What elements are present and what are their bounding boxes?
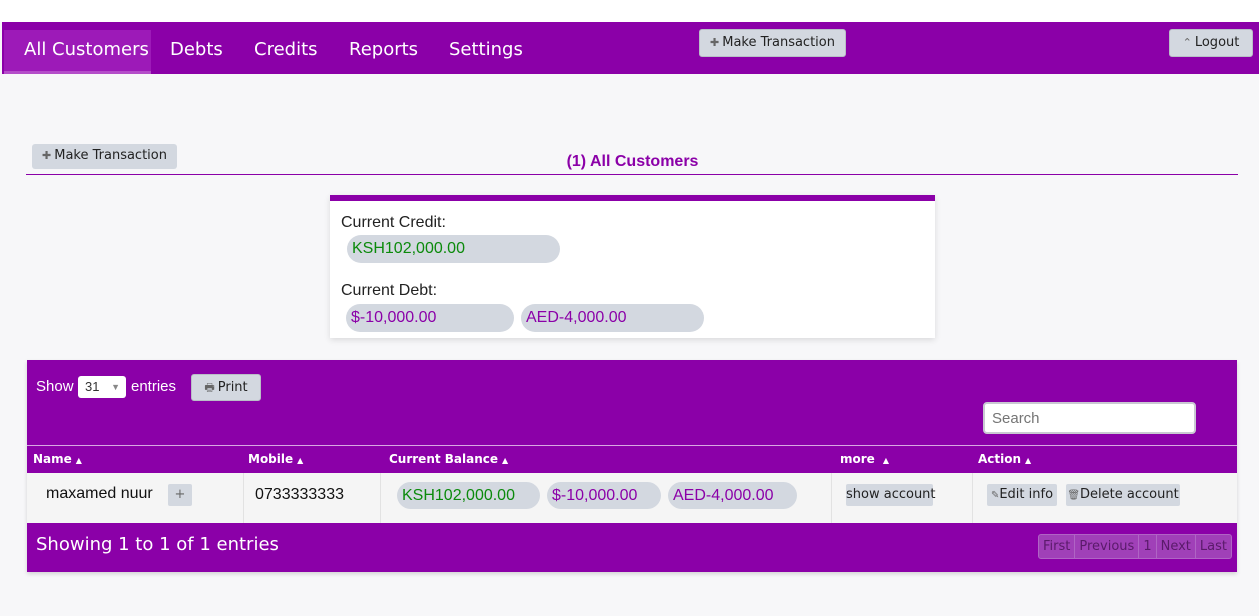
printer-icon: 🖶 <box>204 381 215 394</box>
nav-make-transaction-label: Make Transaction <box>722 35 835 50</box>
cell-divider <box>972 473 973 523</box>
column-header-label: Current Balance <box>389 452 499 466</box>
debt-balance-pill: AED-4,000.00 <box>521 304 704 332</box>
caret-down-icon: ▼ <box>111 382 120 392</box>
plus-icon: ✚ <box>42 149 52 162</box>
table-row: maxamed nuur + 0733333333 KSH102,000.00 … <box>27 473 1237 523</box>
cell-divider <box>831 473 832 523</box>
page-first[interactable]: First <box>1039 535 1076 558</box>
entries-select[interactable]: 31 ▼ <box>78 376 126 398</box>
trash-icon: 🗑 <box>1067 490 1081 501</box>
tab-credits[interactable]: Credits <box>254 30 318 74</box>
edit-info-label: Edit info <box>999 487 1054 502</box>
sort-icon: ▲ <box>297 456 304 465</box>
top-strip <box>0 0 1259 22</box>
tab-debts[interactable]: Debts <box>170 30 223 74</box>
current-credit-label: Current Credit: <box>341 214 446 231</box>
navbar: All Customers Debts Credits Reports Sett… <box>2 22 1259 74</box>
page-previous[interactable]: Previous <box>1075 535 1140 558</box>
credit-balance-pill: KSH102,000.00 <box>347 235 560 263</box>
balance-pill: KSH102,000.00 <box>397 482 540 509</box>
entries-value: 31 <box>85 379 100 394</box>
column-header-label: Name <box>33 452 72 466</box>
table-info: Showing 1 to 1 of 1 entries <box>36 534 279 555</box>
debt-balance-pill: $-10,000.00 <box>346 304 514 332</box>
column-header-action[interactable]: Action ▲ <box>978 452 1031 466</box>
balance-summary-card: Current Credit: KSH102,000.00 Current De… <box>330 195 935 338</box>
sort-icon: ▲ <box>502 456 509 465</box>
column-header-mobile[interactable]: Mobile ▲ <box>248 452 303 466</box>
balance-pill: $-10,000.00 <box>547 482 661 509</box>
show-account-button[interactable]: show account <box>846 484 936 506</box>
tab-settings[interactable]: Settings <box>449 30 523 74</box>
customer-mobile: 0733333333 <box>255 486 344 503</box>
show-label: Show <box>36 378 74 395</box>
make-transaction-button[interactable]: ✚ Make Transaction <box>32 144 177 169</box>
sort-icon: ▲ <box>75 456 82 465</box>
page-last[interactable]: Last <box>1196 535 1231 558</box>
page-next[interactable]: Next <box>1157 535 1196 558</box>
column-header-label: Action <box>978 452 1022 466</box>
customer-name: maxamed nuur <box>46 485 153 502</box>
current-debt-label: Current Debt: <box>341 282 438 299</box>
column-header-more[interactable]: more ▲ <box>840 452 889 466</box>
chevron-up-icon: ⌃ <box>1182 36 1192 49</box>
add-transaction-button[interactable]: + <box>168 484 192 506</box>
column-header-name[interactable]: Name ▲ <box>33 452 82 466</box>
sort-icon: ▲ <box>1025 456 1032 465</box>
make-transaction-label: Make Transaction <box>54 148 167 163</box>
page-number[interactable]: 1 <box>1139 535 1157 558</box>
delete-account-label: Delete account <box>1080 487 1179 502</box>
customers-table-panel: Show 31 ▼ entries 🖶Print Name▲ Mobile▲ C… <box>27 360 1237 572</box>
cell-divider <box>380 473 381 523</box>
edit-info-button[interactable]: ✎Edit info <box>987 484 1057 506</box>
nav-make-transaction-button[interactable]: ✚ Make Transaction <box>699 29 846 57</box>
delete-account-button[interactable]: 🗑Delete account <box>1066 484 1180 506</box>
logout-label: Logout <box>1194 35 1240 50</box>
balance-pill: AED-4,000.00 <box>668 482 797 509</box>
column-header-label: more <box>840 452 875 466</box>
tab-all-customers[interactable]: All Customers <box>4 30 151 74</box>
print-button[interactable]: 🖶 Print <box>191 374 261 401</box>
entries-label: entries <box>131 378 177 395</box>
header-divider <box>27 445 1237 446</box>
plus-icon: ✚ <box>710 36 720 49</box>
cell-divider <box>243 473 244 523</box>
pagination: First Previous 1 Next Last <box>1038 534 1232 559</box>
logout-button[interactable]: ⌃ Logout <box>1169 29 1253 57</box>
tab-reports[interactable]: Reports <box>349 30 418 74</box>
search-input[interactable] <box>983 402 1196 434</box>
title-divider <box>26 174 1238 175</box>
page-title: (1) All Customers <box>566 153 699 170</box>
print-label: Print <box>217 380 248 395</box>
column-header-label: Mobile <box>248 452 294 466</box>
column-header-current-balance[interactable]: Current Balance ▲ <box>389 452 508 466</box>
sort-icon: ▲ <box>882 456 889 465</box>
